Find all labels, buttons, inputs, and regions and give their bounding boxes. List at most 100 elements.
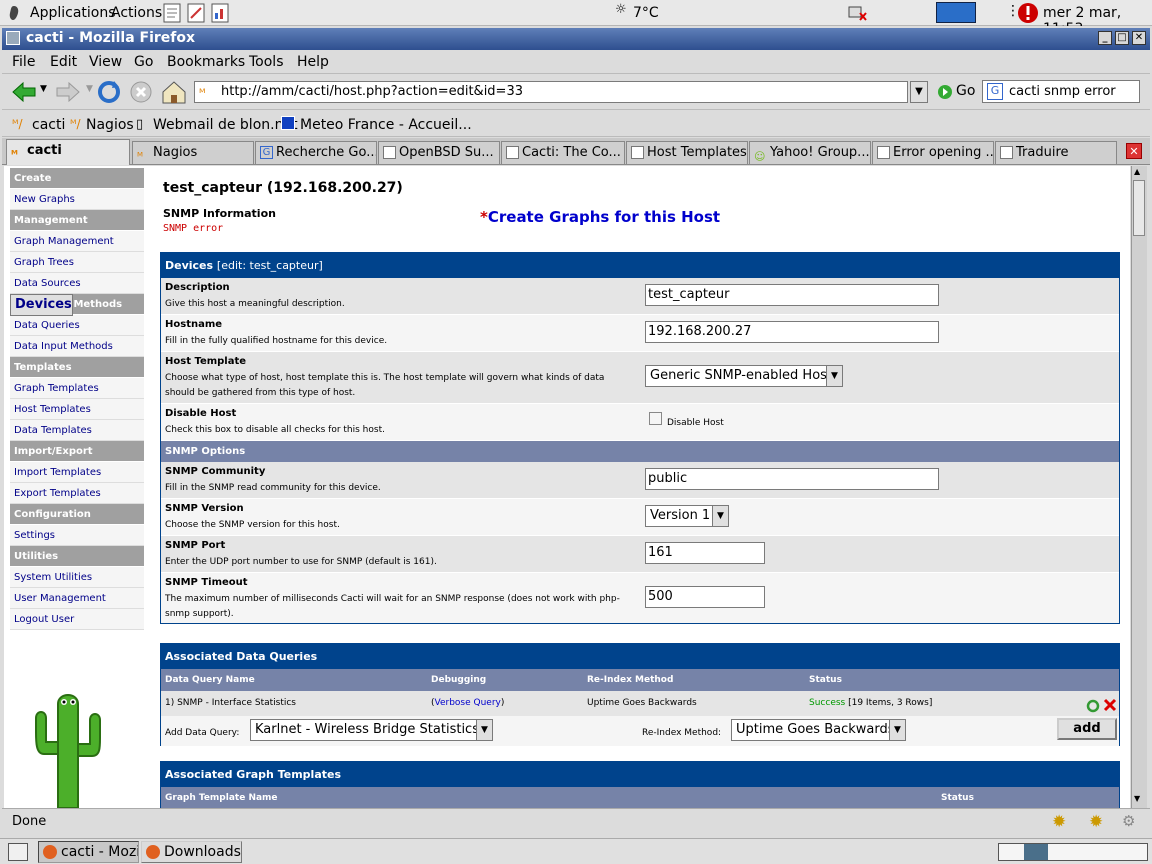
bookmark-webmail[interactable]: Webmail de blon.net (153, 117, 298, 133)
chart-launcher-icon[interactable] (210, 2, 230, 24)
forecast-status-icon[interactable]: ✹ (1089, 812, 1103, 832)
tab-cacti[interactable]: ᴹ cacti (6, 139, 130, 165)
menu-file[interactable]: File (12, 54, 35, 70)
google-search-icon[interactable]: G (987, 83, 1003, 100)
sidebar-item-graph-templates[interactable]: Graph Templates (10, 378, 144, 399)
draw-launcher-icon[interactable] (186, 2, 206, 24)
sidebar-item-data-input-methods[interactable]: Data Input Methods (10, 336, 144, 357)
minimize-button[interactable]: _ (1098, 31, 1112, 45)
tab-cacti-the-complete[interactable]: Cacti: The Co... (501, 141, 625, 164)
menu-tools[interactable]: Tools (249, 54, 284, 70)
sidebar-section-header: Create (10, 168, 144, 189)
go-button[interactable]: Go (956, 83, 975, 99)
close-window-button[interactable]: ✕ (1132, 31, 1146, 45)
tab-yahoo-groups[interactable]: ☺ Yahoo! Group... (749, 141, 871, 164)
bookmark-cacti[interactable]: cacti (32, 117, 65, 133)
disable-host-checkbox-label[interactable]: Disable Host (667, 418, 724, 428)
status-bar: Done ✹ ✹ ⚙ (2, 808, 1150, 834)
stop-icon[interactable] (128, 79, 154, 105)
url-input[interactable]: ᴹ http://amm/cacti/host.php?action=edit&… (194, 81, 908, 103)
snmp-port-input[interactable]: 161 (645, 542, 765, 564)
scroll-down-icon[interactable]: ▼ (1134, 794, 1140, 803)
taskbar-downloads-button[interactable]: Downloads (141, 841, 242, 863)
sidebar-item-graph-management[interactable]: Graph Management (10, 231, 144, 252)
menu-edit[interactable]: Edit (50, 54, 77, 70)
vertical-scrollbar[interactable]: ▲ ▼ (1131, 166, 1147, 808)
sidebar-item-new-graphs[interactable]: New Graphs (10, 189, 144, 210)
sidebar-item-data-queries[interactable]: Data Queries (10, 315, 144, 336)
sidebar-item-import-templates[interactable]: Import Templates (10, 462, 144, 483)
reindex-method-select[interactable]: Uptime Goes Backwards ▼ (731, 719, 906, 741)
column-header: Debugging (431, 675, 487, 685)
workspace-1[interactable] (1024, 844, 1048, 860)
tab-host-templates[interactable]: Host Templates (626, 141, 748, 164)
security-status-icon[interactable]: ⚙ (1122, 812, 1135, 830)
text-editor-launcher-icon[interactable] (162, 2, 182, 24)
add-data-query-select[interactable]: Karlnet - Wireless Bridge Statistics ▼ (250, 719, 493, 741)
page-bookmark-icon: ▯ (136, 117, 144, 132)
snmp-version-select[interactable]: Version 1 ▼ (645, 505, 729, 527)
reload-icon[interactable] (96, 79, 122, 105)
tab-error-opening[interactable]: Error opening ... (872, 141, 994, 164)
weather-status-icon[interactable]: ✹ (1052, 812, 1066, 832)
chevron-down-icon: ▼ (476, 720, 492, 740)
bookmark-nagios[interactable]: Nagios (86, 117, 134, 133)
sidebar-item-logout-user[interactable]: Logout User (10, 609, 144, 630)
sidebar-item-graph-trees[interactable]: Graph Trees (10, 252, 144, 273)
menu-go[interactable]: Go (134, 54, 153, 70)
sidebar-item-settings[interactable]: Settings (10, 525, 144, 546)
description-input[interactable]: test_capteur (645, 284, 939, 306)
sidebar-item-devices[interactable]: Devices (10, 294, 73, 316)
actions-menu[interactable]: Actions (111, 5, 162, 21)
menu-bookmarks[interactable]: Bookmarks (167, 54, 245, 70)
delete-query-icon[interactable] (1103, 698, 1117, 712)
graph-templates-header: Associated Graph Templates (161, 762, 1119, 787)
window-menu-icon[interactable] (6, 31, 20, 45)
window-titlebar[interactable]: cacti - Mozilla Firefox _ □ ✕ (2, 28, 1150, 50)
url-history-dropdown[interactable]: ▼ (910, 81, 928, 103)
sidebar-item-export-templates[interactable]: Export Templates (10, 483, 144, 504)
add-button[interactable]: add (1057, 718, 1117, 740)
scroll-up-icon[interactable]: ▲ (1134, 167, 1140, 176)
sidebar-item-host-templates[interactable]: Host Templates (10, 399, 144, 420)
create-graphs-link[interactable]: *Create Graphs for this Host (480, 208, 720, 226)
navigation-toolbar: ▼ ▼ ᴹ http://amm/cacti/host.php?action=e… (2, 74, 1150, 110)
tab-recherche-google[interactable]: G Recherche Go... (255, 141, 377, 164)
tab-openbsd[interactable]: OpenBSD Su... (378, 141, 500, 164)
back-dropdown-icon[interactable]: ▼ (40, 84, 47, 94)
tab-traduire[interactable]: Traduire (995, 141, 1117, 164)
menu-help[interactable]: Help (297, 54, 329, 70)
host-template-select[interactable]: Generic SNMP-enabled Host ▼ (645, 365, 843, 387)
workspace-switcher[interactable] (998, 843, 1148, 861)
forward-icon[interactable] (54, 79, 82, 105)
snmp-community-input[interactable]: public (645, 468, 939, 490)
show-desktop-icon[interactable] (8, 843, 28, 861)
hostname-input[interactable]: 192.168.200.27 (645, 321, 939, 343)
gnome-foot-icon[interactable] (6, 4, 22, 22)
taskbar-firefox-button[interactable]: cacti - Mozilla (38, 841, 139, 863)
bookmark-meteo[interactable]: Meteo France - Accueil... (300, 117, 472, 133)
search-input[interactable]: G cacti snmp error (982, 80, 1140, 103)
forward-dropdown-icon[interactable]: ▼ (86, 84, 93, 94)
url-text: http://amm/cacti/host.php?action=edit&id… (221, 84, 523, 99)
back-icon[interactable] (10, 79, 38, 105)
sidebar-item-user-management[interactable]: User Management (10, 588, 144, 609)
update-alert-icon[interactable] (1016, 1, 1040, 25)
sidebar-item-data-templates[interactable]: Data Templates (10, 420, 144, 441)
network-disconnected-icon[interactable] (846, 4, 868, 22)
verbose-query-link[interactable]: Verbose Query (435, 698, 501, 708)
tab-nagios[interactable]: ᴹ Nagios (132, 141, 254, 164)
reload-query-icon[interactable] (1086, 699, 1100, 713)
sidebar-item-system-utilities[interactable]: System Utilities (10, 567, 144, 588)
scrollbar-thumb[interactable] (1133, 180, 1145, 236)
close-tab-icon[interactable]: ✕ (1126, 143, 1142, 159)
home-icon[interactable] (160, 78, 188, 106)
menu-view[interactable]: View (89, 54, 122, 70)
sidebar-item-data-sources[interactable]: Data Sources (10, 273, 144, 294)
go-icon[interactable] (936, 83, 954, 101)
snmp-timeout-input[interactable]: 500 (645, 586, 765, 608)
maximize-button[interactable]: □ (1115, 31, 1129, 45)
disable-host-checkbox[interactable] (649, 412, 662, 425)
applications-menu[interactable]: Applications (30, 5, 116, 21)
system-monitor-graph[interactable] (936, 2, 976, 23)
